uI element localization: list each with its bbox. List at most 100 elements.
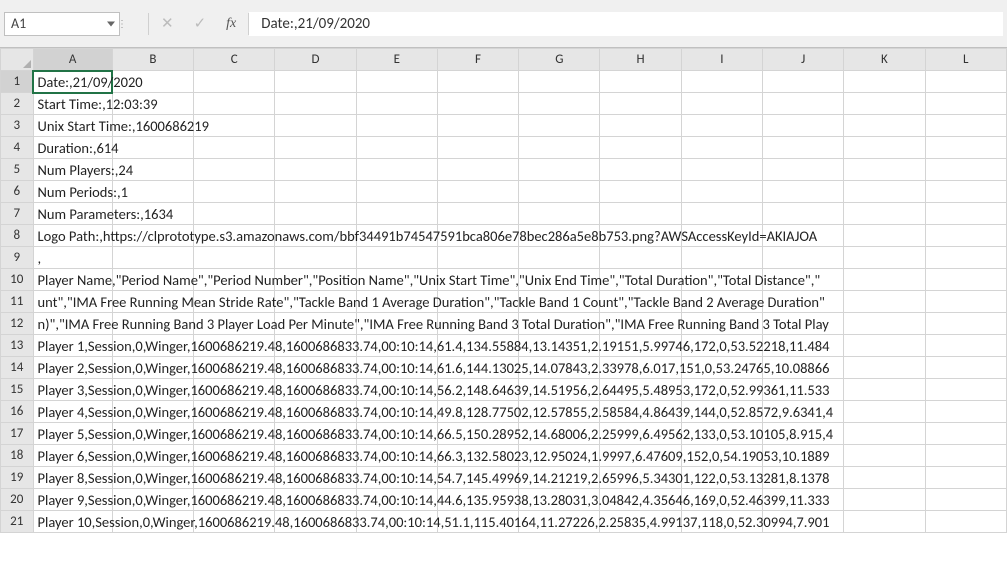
cell-B5[interactable] [112,159,193,181]
cell-L6[interactable] [925,181,1006,203]
cell-F4[interactable] [437,137,518,159]
cell-K6[interactable] [844,181,925,203]
cell-I19[interactable] [681,467,762,489]
cell-G2[interactable] [519,93,600,115]
cell-E14[interactable] [356,357,437,379]
formula-input[interactable] [249,12,1003,36]
cell-F10[interactable] [437,269,518,291]
cell-D2[interactable] [275,93,356,115]
cancel-icon[interactable]: ✕ [161,14,174,33]
cell-F7[interactable] [437,203,518,225]
cell-F15[interactable] [437,379,518,401]
cell-A2[interactable]: Start Time:,12:03:39 [33,93,112,115]
row-header-20[interactable]: 20 [1,489,34,511]
cell-G10[interactable] [519,269,600,291]
cell-I10[interactable] [681,269,762,291]
cell-D15[interactable] [275,379,356,401]
cell-E5[interactable] [356,159,437,181]
column-header-B[interactable]: B [112,49,193,71]
cell-L11[interactable] [925,291,1006,313]
row-header-5[interactable]: 5 [1,159,34,181]
cell-J15[interactable] [763,379,844,401]
column-header-D[interactable]: D [275,49,356,71]
cell-J5[interactable] [763,159,844,181]
cell-A20[interactable]: Player 9,Session,0,Winger,1600686219.48,… [33,489,112,511]
cell-A14[interactable]: Player 2,Session,0,Winger,1600686219.48,… [33,357,112,379]
cell-J17[interactable] [763,423,844,445]
cell-I14[interactable] [681,357,762,379]
cell-F9[interactable] [437,247,518,269]
row-header-8[interactable]: 8 [1,225,34,247]
column-header-F[interactable]: F [437,49,518,71]
cell-I17[interactable] [681,423,762,445]
cell-F6[interactable] [437,181,518,203]
cell-K17[interactable] [844,423,925,445]
row-header-9[interactable]: 9 [1,247,34,269]
cell-F2[interactable] [437,93,518,115]
cell-J12[interactable] [763,313,844,335]
cell-D3[interactable] [275,115,356,137]
cell-D11[interactable] [275,291,356,313]
cell-A6[interactable]: Num Periods:,1 [33,181,112,203]
row-header-13[interactable]: 13 [1,335,34,357]
cell-L17[interactable] [925,423,1006,445]
cell-G15[interactable] [519,379,600,401]
cell-H4[interactable] [600,137,681,159]
cell-C12[interactable] [194,313,275,335]
cell-E19[interactable] [356,467,437,489]
cell-I21[interactable] [681,511,762,533]
cell-E9[interactable] [356,247,437,269]
cell-H21[interactable] [600,511,681,533]
confirm-icon[interactable]: ✓ [194,14,207,33]
cell-C4[interactable] [194,137,275,159]
cell-G12[interactable] [519,313,600,335]
cell-K1[interactable] [844,71,925,93]
cell-H9[interactable] [600,247,681,269]
cell-E11[interactable] [356,291,437,313]
cell-C17[interactable] [194,423,275,445]
cell-G9[interactable] [519,247,600,269]
cell-I5[interactable] [681,159,762,181]
cell-B14[interactable] [112,357,193,379]
cell-A4[interactable]: Duration:,614 [33,137,112,159]
cell-J4[interactable] [763,137,844,159]
cell-G17[interactable] [519,423,600,445]
cell-K20[interactable] [844,489,925,511]
cell-E12[interactable] [356,313,437,335]
cell-E21[interactable] [356,511,437,533]
cell-D5[interactable] [275,159,356,181]
cell-I20[interactable] [681,489,762,511]
cell-D9[interactable] [275,247,356,269]
cell-L10[interactable] [925,269,1006,291]
cell-C2[interactable] [194,93,275,115]
cell-E4[interactable] [356,137,437,159]
cell-G16[interactable] [519,401,600,423]
cell-L13[interactable] [925,335,1006,357]
cell-G4[interactable] [519,137,600,159]
cell-B19[interactable] [112,467,193,489]
row-header-12[interactable]: 12 [1,313,34,335]
cell-H2[interactable] [600,93,681,115]
cell-L18[interactable] [925,445,1006,467]
cell-E18[interactable] [356,445,437,467]
cell-H11[interactable] [600,291,681,313]
cell-J11[interactable] [763,291,844,313]
cell-B1[interactable] [112,71,193,93]
cell-E10[interactable] [356,269,437,291]
name-box-input[interactable] [11,15,81,32]
cell-I18[interactable] [681,445,762,467]
row-header-18[interactable]: 18 [1,445,34,467]
cell-H3[interactable] [600,115,681,137]
select-all-corner[interactable] [1,49,34,71]
cell-B18[interactable] [112,445,193,467]
cell-K14[interactable] [844,357,925,379]
cell-D13[interactable] [275,335,356,357]
cell-H20[interactable] [600,489,681,511]
cell-D1[interactable] [275,71,356,93]
cell-J20[interactable] [763,489,844,511]
cell-I7[interactable] [681,203,762,225]
column-header-J[interactable]: J [763,49,844,71]
cell-C9[interactable] [194,247,275,269]
cell-F13[interactable] [437,335,518,357]
cell-A5[interactable]: Num Players:,24 [33,159,112,181]
